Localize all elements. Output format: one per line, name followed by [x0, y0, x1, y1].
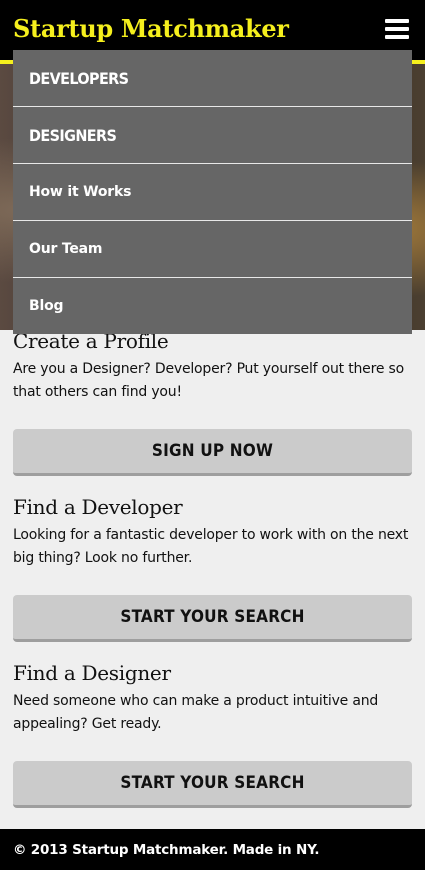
- nav-item-blog[interactable]: Blog: [13, 278, 412, 334]
- nav-item-our-team[interactable]: Our Team: [13, 221, 412, 278]
- footer-copyright: © 2013 Startup Matchmaker. Made in NY.: [13, 841, 320, 858]
- nav-item-how-it-works[interactable]: How it Works: [13, 164, 412, 221]
- dropdown-nav-menu: DEVELOPERS DESIGNERS How it Works Our Te…: [13, 50, 412, 334]
- designer-search-button[interactable]: START YOUR SEARCH: [13, 761, 412, 808]
- nav-item-developers[interactable]: DEVELOPERS: [13, 50, 412, 107]
- hamburger-bar: [385, 19, 409, 23]
- sign-up-button[interactable]: SIGN UP NOW: [13, 429, 412, 476]
- section-text: Looking for a fantastic developer to wor…: [13, 527, 409, 566]
- nav-item-designers[interactable]: DESIGNERS: [13, 107, 412, 164]
- section-title: Find a Designer: [13, 661, 171, 685]
- developer-search-button[interactable]: START YOUR SEARCH: [13, 595, 412, 642]
- brand-title[interactable]: Startup Matchmaker: [13, 14, 289, 43]
- page-footer: © 2013 Startup Matchmaker. Made in NY.: [0, 829, 425, 870]
- create-profile-section: Create a Profile Are you a Designer? Dev…: [13, 328, 412, 476]
- hamburger-bar: [385, 35, 409, 39]
- hamburger-bar: [385, 27, 409, 31]
- find-designer-section: Find a Designer Need someone who can mak…: [13, 660, 412, 808]
- main-content: Create a Profile Are you a Designer? Dev…: [13, 328, 412, 808]
- section-text: Need someone who can make a product intu…: [13, 693, 379, 732]
- hamburger-menu-icon[interactable]: [385, 19, 409, 39]
- find-developer-section: Find a Developer Looking for a fantastic…: [13, 494, 412, 642]
- section-title: Find a Developer: [13, 495, 183, 519]
- section-text: Are you a Designer? Developer? Put yours…: [13, 361, 404, 400]
